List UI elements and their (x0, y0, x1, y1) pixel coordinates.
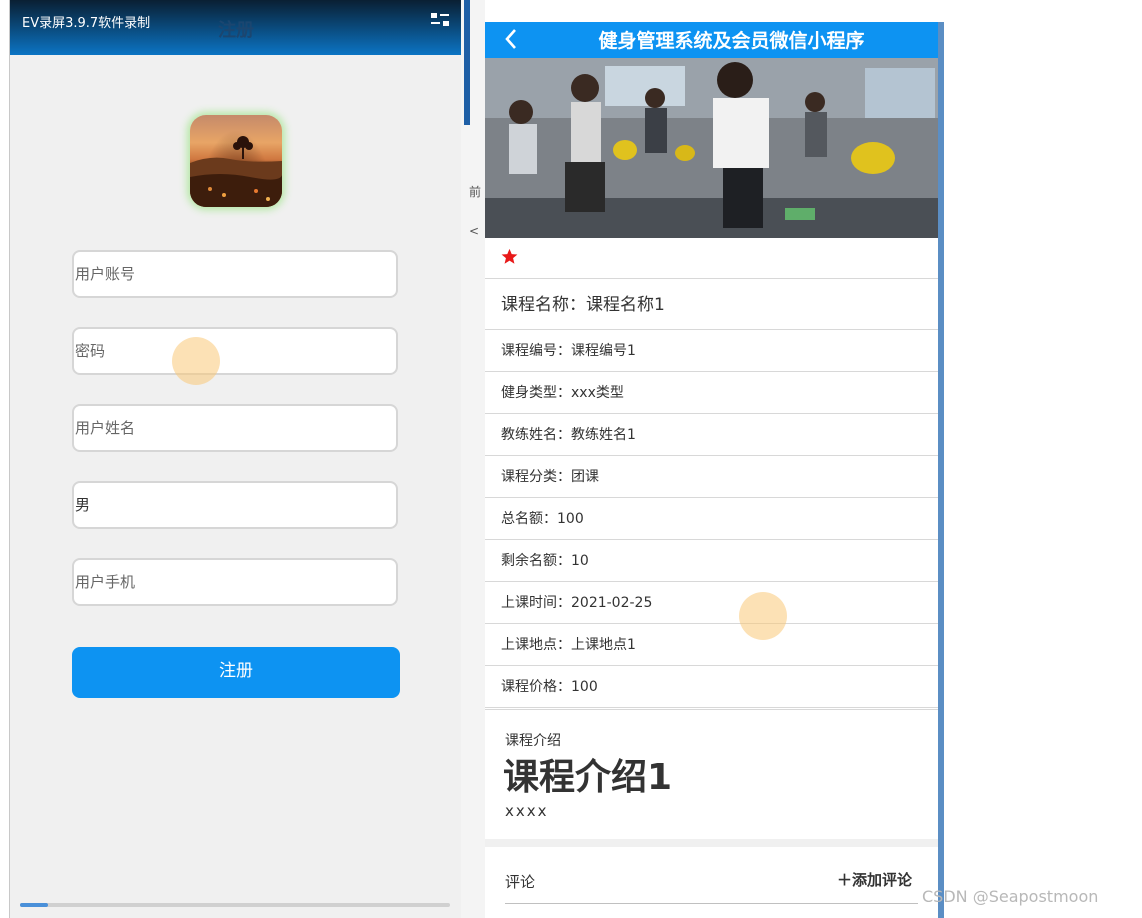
password-placeholder: 密码 (75, 342, 106, 360)
strip-text: 前 (469, 185, 482, 199)
touch-indicator (172, 337, 220, 385)
add-comment-button[interactable]: ＋添加评论 (837, 869, 912, 890)
name-input[interactable]: 用户姓名 (72, 404, 398, 452)
detail-remaining-slots: 剩余名额：10 (485, 540, 938, 582)
phone-input[interactable]: 用户手机 (72, 558, 398, 606)
detail-location: 上课地点：上课地点1 (485, 624, 938, 666)
horizontal-scrollbar[interactable] (20, 903, 450, 907)
course-name: 课程名称：课程名称1 (485, 279, 938, 330)
menu-grid-icon[interactable] (430, 12, 450, 30)
phone-placeholder: 用户手机 (75, 573, 136, 591)
detail-fitness-type: 健身类型：xxx类型 (485, 372, 938, 414)
favorite-star-icon[interactable] (501, 248, 518, 265)
password-input[interactable]: 密码 (72, 327, 398, 375)
register-title: 注册 (218, 20, 254, 41)
account-input[interactable]: 用户账号 (72, 250, 398, 298)
course-hero-photo (485, 58, 938, 238)
comment-label: 评论 (505, 873, 536, 891)
touch-indicator (739, 592, 787, 640)
detail-class-time: 上课时间：2021-02-25 (485, 582, 938, 624)
course-detail-screen: 健身管理系统及会员微信小程序 课程名称：课程名称1 课程编号：课程编号1 健身类… (485, 22, 944, 918)
section-divider (485, 839, 938, 847)
course-intro-section: 课程介绍 课程介绍1 xxxx (485, 709, 938, 840)
register-button[interactable]: 注册 (72, 647, 400, 698)
strip-arrow: < (469, 224, 480, 238)
app-logo (190, 115, 282, 207)
app-title: 健身管理系统及会员微信小程序 (598, 30, 865, 52)
account-placeholder: 用户账号 (75, 265, 136, 283)
background-window-sliver: 前 < (461, 0, 485, 918)
sunset-landscape-icon (190, 136, 282, 207)
course-header: 健身管理系统及会员微信小程序 (485, 22, 938, 58)
detail-price: 课程价格：100 (485, 666, 938, 708)
intro-label: 课程介绍 (505, 733, 561, 749)
gender-value: 男 (75, 496, 91, 514)
gender-select[interactable]: 男 (72, 481, 398, 529)
comment-divider (505, 903, 918, 904)
register-header: EV录屏3.9.7软件录制 注册 (10, 0, 462, 55)
detail-coach-name: 教练姓名：教练姓名1 (485, 414, 938, 456)
detail-total-slots: 总名额：100 (485, 498, 938, 540)
scrollbar-thumb[interactable] (20, 903, 48, 907)
watermark: CSDN @Seapostmoon (922, 887, 1099, 906)
intro-body: xxxx (505, 802, 549, 820)
favorite-row (485, 238, 938, 279)
detail-category: 课程分类：团课 (485, 456, 938, 498)
comment-section: 评论 ＋添加评论 (485, 847, 938, 918)
name-placeholder: 用户姓名 (75, 419, 136, 437)
intro-heading: 课程介绍1 (503, 757, 673, 798)
window-edge-bar (464, 0, 470, 125)
detail-course-code: 课程编号：课程编号1 (485, 330, 938, 372)
fitness-class-photo (485, 58, 938, 238)
register-screen: EV录屏3.9.7软件录制 注册 用户账号 密码 用户姓名 男 用户手机 注册 (9, 0, 463, 918)
